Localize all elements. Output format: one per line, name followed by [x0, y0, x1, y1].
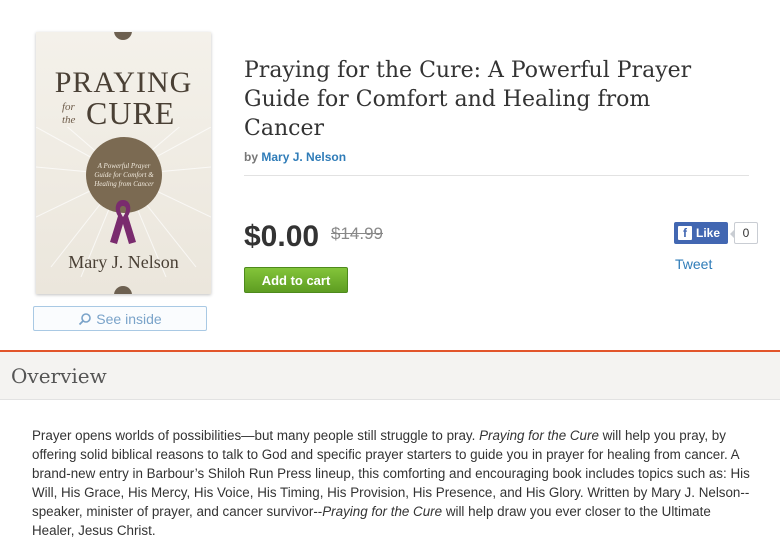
see-inside-label: See inside	[96, 310, 162, 327]
awareness-ribbon-icon	[110, 200, 136, 244]
author-link[interactable]: Mary J. Nelson	[261, 150, 346, 164]
facebook-like-button[interactable]: f Like	[674, 222, 728, 244]
book-title: Praying for the Cure: A Powerful Prayer …	[244, 58, 692, 141]
current-price: $0.00	[244, 220, 320, 253]
overview-header: Overview	[0, 350, 780, 400]
divider	[244, 175, 749, 176]
overview-description: Prayer opens worlds of possibilities—but…	[32, 426, 754, 540]
like-count: 0	[730, 222, 758, 244]
cover-ornament-top	[114, 32, 132, 40]
byline: by Mary J. Nelson	[244, 150, 346, 164]
book-cover[interactable]: PRAYING for the CURE A Powerful Prayer G…	[36, 32, 211, 294]
facebook-icon: f	[678, 226, 692, 240]
cover-title-the: the	[62, 114, 76, 126]
overview-book-title-2: Praying for the Cure	[322, 504, 443, 519]
cover-author: Mary J. Nelson	[68, 252, 179, 272]
see-inside-button[interactable]: See inside	[33, 306, 207, 331]
overview-text-1: Prayer opens worlds of possibilities—but…	[32, 428, 480, 443]
overview-book-title-1: Praying for the Cure	[479, 428, 599, 443]
tweet-link[interactable]: Tweet	[675, 256, 712, 272]
by-label: by	[244, 150, 259, 164]
cover-title-for: for	[62, 101, 75, 113]
like-label: Like	[696, 226, 721, 240]
overview-heading: Overview	[11, 364, 107, 388]
magnifier-icon	[79, 312, 92, 325]
add-to-cart-button[interactable]: Add to cart	[244, 267, 348, 293]
cover-ornament-bottom	[114, 286, 132, 294]
list-price: $14.99	[331, 224, 383, 243]
